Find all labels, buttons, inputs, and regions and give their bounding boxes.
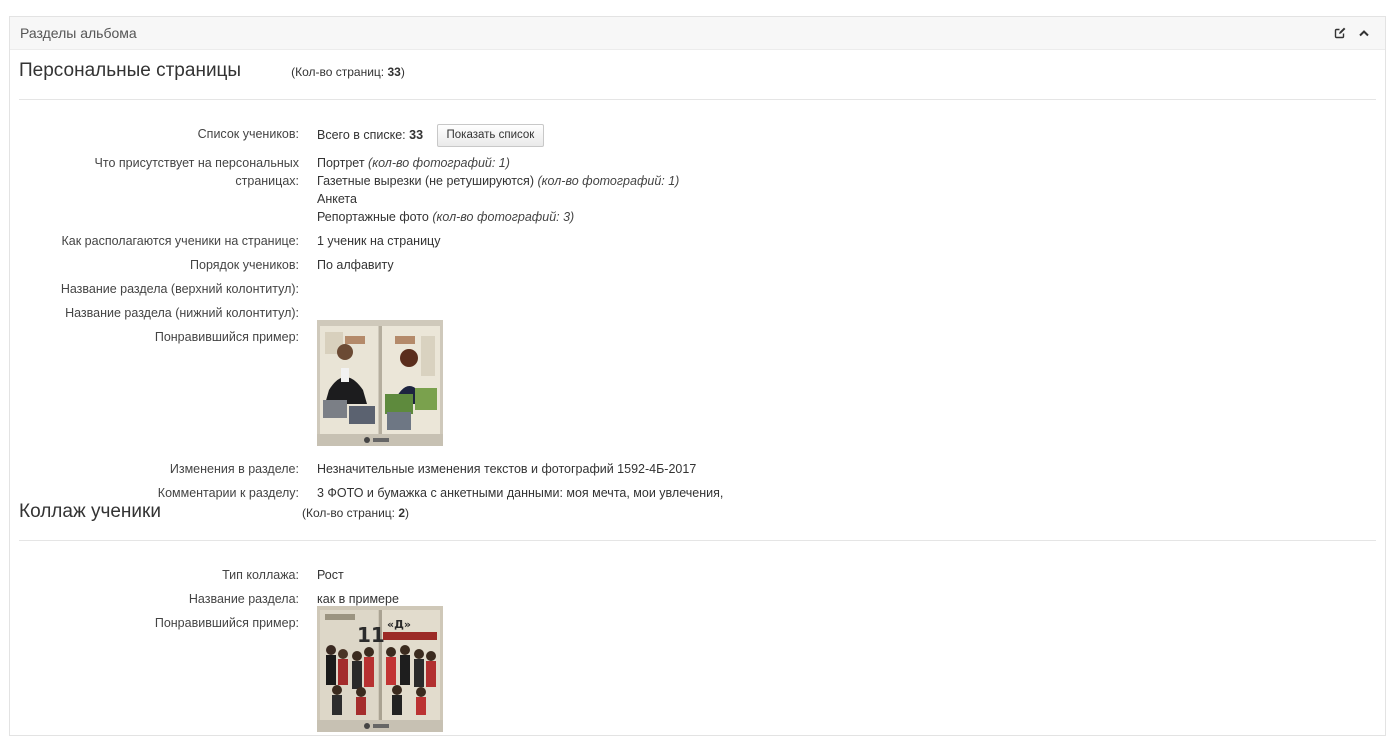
page-count-prefix: (Кол-во страниц: [301,506,399,520]
row-label: Тип коллажа: [222,568,299,582]
page-count-suffix: ) [400,65,405,79]
row-value: 1 ученик на страницу [317,234,441,248]
panel-tools [1333,26,1375,40]
row-label: Как располагаются ученики на странице: [61,234,300,248]
section-title: Коллаж ученики [19,501,161,522]
section-title: Персональные страницы [19,60,242,81]
section-collage: Коллаж ученики (Кол-во страниц: 2) Тип к… [19,501,1376,732]
row-label: Что присутствует на персональных страниц… [19,154,299,190]
row-value: Рост [317,568,344,582]
row-label: Комментарии к разделу: [157,486,299,500]
content-item-note: (кол-во фотографий: 3) [432,210,575,224]
students-total-prefix: Всего в списке: [317,127,410,142]
row-value: Всего в списке: 33 Показать список [317,124,545,147]
edit-icon[interactable] [1333,26,1347,40]
row-label: Понравившийся пример: [154,330,299,344]
page-count: (Кол-во страниц: 2) [302,506,409,520]
content-item-note: (кол-во фотографий: 1) [368,156,510,170]
content-item-note: (кол-во фотографий: 1) [537,174,680,188]
svg-text:11: 11 [357,623,385,647]
svg-text:«Д»: «Д» [387,618,411,631]
example-thumbnail[interactable]: 11 «Д» [317,606,443,732]
row-label: Название раздела: [188,592,299,606]
page-count: (Кол-во страниц: 33) [291,65,405,79]
section-personal-pages: Персональные страницы (Кол-во страниц: 3… [19,60,1376,500]
row-value: Незначительные изменения текстов и фотог… [317,462,697,476]
row-label-line: страницах: [235,174,299,188]
content-item-name: Газетные вырезки (не ретушируются) [317,174,534,188]
row-value: Портрет (кол-во фотографий: 1) Газетные … [317,154,679,226]
page-count-value: 2 [398,506,405,520]
content-item: Портрет (кол-во фотографий: 1) [317,154,679,172]
page-count-value: 33 [387,65,401,79]
row-label: Название раздела (верхний колонтитул): [60,282,299,296]
content-item-name: Портрет [317,156,365,170]
example-thumbnail[interactable] [317,320,443,446]
row-label: Список учеников: [197,127,299,141]
content-item: Анкета [317,190,679,208]
content-item: Газетные вырезки (не ретушируются) (кол-… [317,172,679,190]
content-item-name: Репортажные фото [317,210,429,224]
page-count-prefix: (Кол-во страниц: [291,65,388,79]
row-label-line: Что присутствует на персональных [94,156,299,170]
row-label: Понравившийся пример: [154,616,299,630]
row-value: 3 ФОТО и бумажка с анкетными данными: мо… [317,486,724,500]
content-item: Репортажные фото (кол-во фотографий: 3) [317,208,679,226]
show-list-button[interactable]: Показать список [436,124,545,147]
chevron-up-icon[interactable] [1357,26,1371,40]
students-total-value: 33 [409,127,424,142]
row-label: Порядок учеников: [190,258,299,272]
row-label: Изменения в разделе: [169,462,299,476]
panel-header: Разделы альбома [10,17,1385,50]
row-value: По алфавиту [317,258,394,272]
content-item-name: Анкета [317,192,357,206]
panel-title: Разделы альбома [20,25,137,41]
section-header: Коллаж ученики (Кол-во страниц: 2) [19,501,1376,541]
row-label: Название раздела (нижний колонтитул): [65,306,299,320]
album-sections-panel: Разделы альбома Персональные страницы (К… [9,16,1386,736]
section-header: Персональные страницы (Кол-во страниц: 3… [19,60,1376,100]
page-count-suffix: ) [405,506,409,520]
